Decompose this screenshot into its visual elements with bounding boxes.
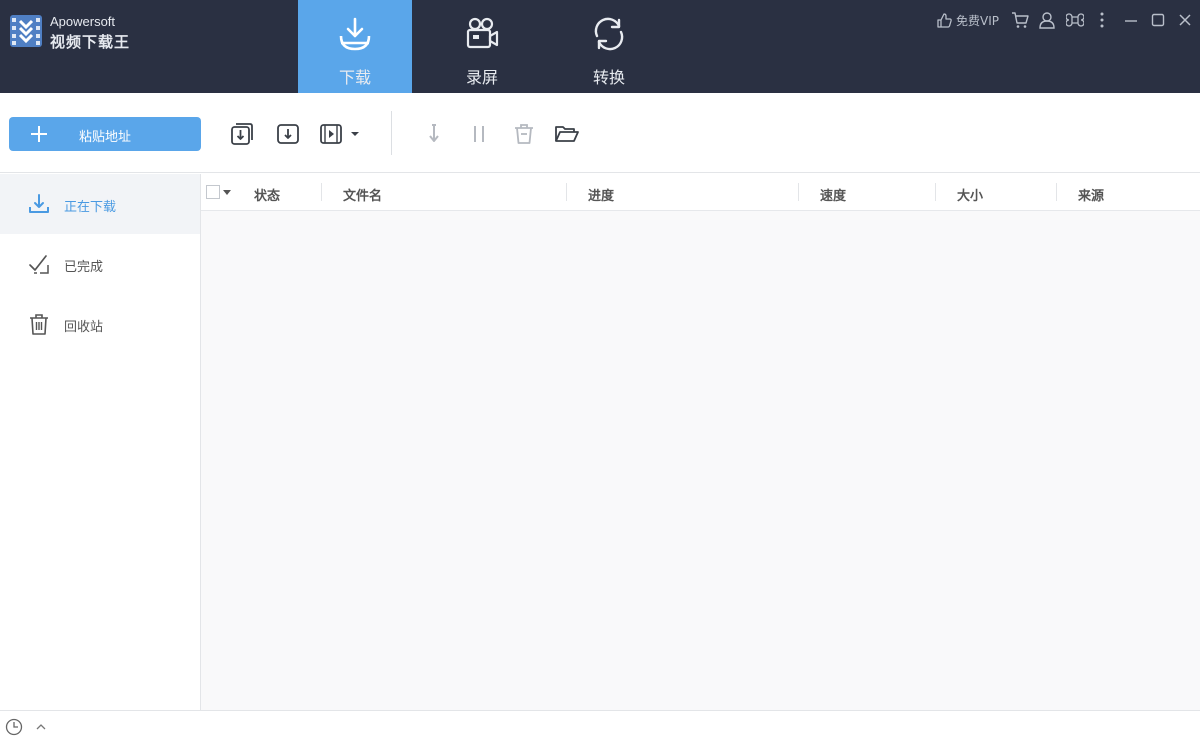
close-icon xyxy=(1179,14,1191,26)
select-all-checkbox[interactable] xyxy=(206,185,220,199)
download-tray-icon xyxy=(339,17,371,51)
sidebar-item-recycle-bin[interactable]: 回收站 xyxy=(0,294,200,354)
download-box-icon xyxy=(277,124,299,144)
batch-download-icon xyxy=(231,123,253,145)
sidebar-item-label: 已完成 xyxy=(64,260,104,275)
column-progress[interactable]: 进度 xyxy=(588,185,614,204)
column-divider[interactable] xyxy=(1056,183,1057,201)
batch-download-button[interactable] xyxy=(229,121,255,147)
column-source[interactable]: 来源 xyxy=(1078,185,1104,204)
tab-download-label: 下载 xyxy=(338,68,371,87)
maximize-icon xyxy=(1151,13,1165,27)
cart-icon xyxy=(1012,12,1029,28)
clock-icon[interactable] xyxy=(5,718,23,736)
tab-download[interactable]: 下载 xyxy=(298,0,412,93)
cart-button[interactable] xyxy=(1010,10,1030,30)
column-speed[interactable]: 速度 xyxy=(820,185,846,204)
toolbar-divider xyxy=(391,111,392,155)
download-button[interactable] xyxy=(275,121,301,147)
thumbs-up-icon xyxy=(937,12,952,28)
command-button[interactable] xyxy=(1065,10,1085,30)
column-divider[interactable] xyxy=(566,183,567,201)
sidebar: 正在下载 已完成 回收站 xyxy=(0,174,201,710)
column-size[interactable]: 大小 xyxy=(957,185,983,204)
video-menu-button[interactable] xyxy=(318,121,364,147)
trash-icon xyxy=(30,314,48,335)
vip-label: 免费VIP xyxy=(956,13,999,28)
minimize-icon xyxy=(1125,20,1137,22)
brand-product: 视频下载王 xyxy=(50,33,131,51)
resume-button[interactable] xyxy=(421,121,447,147)
check-icon xyxy=(29,255,49,274)
download-list: 状态 文件名 进度 速度 大小 来源 xyxy=(201,174,1200,710)
video-camera-icon xyxy=(466,17,499,49)
column-divider[interactable] xyxy=(321,183,322,201)
more-menu-button[interactable] xyxy=(1092,10,1112,30)
tab-record-label: 录屏 xyxy=(465,68,498,87)
sidebar-item-label: 正在下载 xyxy=(64,200,117,215)
more-vertical-icon xyxy=(1100,12,1104,28)
command-icon xyxy=(1066,13,1084,27)
arrow-down-icon xyxy=(429,124,439,142)
status-bar xyxy=(0,710,1200,740)
toolbar: 粘贴地址 xyxy=(0,93,1200,173)
tab-convert-label: 转换 xyxy=(592,68,625,87)
paste-url-button[interactable]: 粘贴地址 xyxy=(9,117,201,151)
pause-button[interactable] xyxy=(466,121,492,147)
caret-down-icon xyxy=(351,132,359,136)
title-bar: Apowersoft 视频下载王 下载 录屏 转换 免费VIP xyxy=(0,0,1200,93)
video-film-icon xyxy=(320,124,342,144)
vip-button[interactable]: 免费VIP xyxy=(936,10,999,30)
table-header: 状态 文件名 进度 速度 大小 来源 xyxy=(201,174,1200,211)
tab-convert[interactable]: 转换 xyxy=(552,0,666,93)
select-menu-caret-icon[interactable] xyxy=(223,190,231,195)
close-button[interactable] xyxy=(1175,10,1195,30)
user-button[interactable] xyxy=(1037,10,1057,30)
open-folder-button[interactable] xyxy=(554,121,580,147)
sidebar-item-label: 回收站 xyxy=(64,320,104,335)
sidebar-item-completed[interactable]: 已完成 xyxy=(0,234,200,294)
column-divider[interactable] xyxy=(798,183,799,201)
app-logo-icon xyxy=(10,15,42,47)
maximize-button[interactable] xyxy=(1148,10,1168,30)
column-divider[interactable] xyxy=(935,183,936,201)
column-filename[interactable]: 文件名 xyxy=(343,185,382,204)
paste-url-label: 粘贴地址 xyxy=(78,129,131,144)
minimize-button[interactable] xyxy=(1121,10,1141,30)
trash-icon xyxy=(515,124,533,144)
user-icon xyxy=(1039,12,1055,29)
column-status[interactable]: 状态 xyxy=(254,185,280,204)
pause-icon xyxy=(474,126,484,142)
delete-button[interactable] xyxy=(511,121,537,147)
brand-company: Apowersoft xyxy=(50,14,116,29)
sidebar-item-downloading[interactable]: 正在下载 xyxy=(0,174,200,234)
folder-open-icon xyxy=(555,126,579,142)
chevron-up-icon[interactable] xyxy=(35,723,47,731)
convert-cycle-icon xyxy=(594,17,624,51)
download-icon xyxy=(29,194,49,213)
tab-record[interactable]: 录屏 xyxy=(425,0,539,93)
